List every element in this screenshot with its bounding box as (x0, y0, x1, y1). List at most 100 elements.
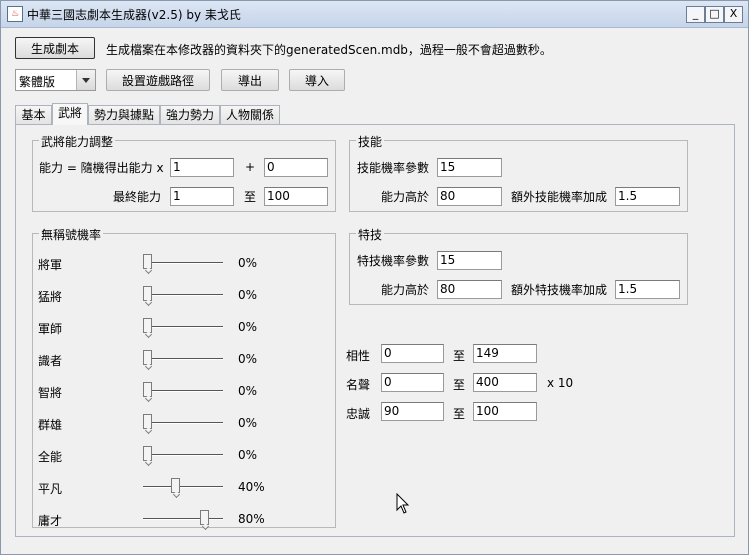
special-skill-group: 特技 特技機率參數 15 能力高於 80 額外特技機率加成 1.5 (349, 226, 688, 305)
rank-row-label: 軍師 (38, 322, 63, 336)
fame-min-input[interactable]: 0 (381, 373, 444, 392)
rank-row-label: 平凡 (38, 482, 63, 496)
app-icon: ♨ (7, 6, 23, 22)
main-body: 生成劇本 生成檔案在本修改器的資料夾下的generatedScen.mdb，過程… (1, 28, 748, 554)
rank-row-label: 智將 (38, 386, 63, 400)
skill-param-label: 技能機率參數 (357, 161, 430, 175)
tab-forces-and-bases[interactable]: 勢力與據點 (88, 105, 160, 124)
ability-offset-input[interactable]: 0 (264, 158, 328, 177)
affinity-max-input[interactable]: 149 (473, 344, 537, 363)
rank-row-value: 0% (238, 320, 258, 334)
slider-thumb[interactable] (143, 382, 152, 397)
tab-strong-forces[interactable]: 強力勢力 (160, 105, 220, 124)
loyalty-max-input[interactable]: 100 (473, 402, 537, 421)
rank-row-value: 0% (238, 448, 258, 462)
maximize-button[interactable]: □ (705, 6, 724, 23)
rank-row-slider[interactable] (143, 509, 223, 529)
slider-track[interactable] (143, 454, 223, 456)
special-param-input[interactable]: 15 (437, 251, 502, 270)
language-select-value: 繁體版 (19, 75, 56, 89)
slider-track[interactable] (143, 422, 223, 424)
rank-row-slider[interactable] (143, 349, 223, 369)
rank-row-label: 識者 (38, 354, 63, 368)
rank-row-slider[interactable] (143, 381, 223, 401)
skill-param-input[interactable]: 15 (437, 158, 502, 177)
slider-track[interactable] (143, 294, 223, 296)
fame-to-label: 至 (453, 378, 466, 392)
rank-row-value: 0% (238, 288, 258, 302)
special-param-label: 特技機率參數 (357, 254, 430, 268)
skill-group-title: 技能 (356, 133, 385, 150)
no-title-chance-group: 無稱號機率 將軍 0% 猛將 0% 軍師 0% 識者 0% 智將 0% 群雄 0% 全能 0% 平凡 40% 庸… (32, 226, 336, 529)
ability-plus-label: + (245, 160, 256, 174)
loyalty-min-input[interactable]: 90 (381, 402, 444, 421)
title-bar[interactable]: ♨ 中華三國志劇本生成器(v2.5) by 耒戈氏 _ □ X (1, 1, 748, 28)
slider-track[interactable] (143, 390, 223, 392)
slider-track[interactable] (143, 358, 223, 360)
app-window: ♨ 中華三國志劇本生成器(v2.5) by 耒戈氏 _ □ X 生成劇本 生成檔… (0, 0, 749, 555)
ability-multiplier-input[interactable]: 1 (170, 158, 234, 177)
tab-generals[interactable]: 武將 (52, 103, 88, 125)
slider-thumb[interactable] (143, 446, 152, 461)
ability-group: 武將能力調整 能力 = 隨機得出能力 x 1 + 0 最終能力 1 至 100 (32, 133, 336, 212)
skill-above-label: 能力高於 (381, 190, 430, 204)
skill-group: 技能 技能機率參數 15 能力高於 80 額外技能機率加成 1.5 (349, 133, 688, 212)
special-extra-input[interactable]: 1.5 (615, 280, 680, 299)
rank-row-slider[interactable] (143, 317, 223, 337)
rank-row-label: 猛將 (38, 290, 63, 304)
ability-group-title: 武將能力調整 (39, 133, 116, 150)
special-above-label: 能力高於 (381, 283, 430, 297)
rank-row-value: 0% (238, 352, 258, 366)
window-title: 中華三國志劇本生成器(v2.5) by 耒戈氏 (27, 8, 241, 22)
rank-row-slider[interactable] (143, 253, 223, 273)
loyalty-to-label: 至 (453, 407, 466, 421)
special-above-input[interactable]: 80 (437, 280, 502, 299)
slider-track[interactable] (143, 518, 223, 520)
ability-formula-label: 能力 = 隨機得出能力 x (39, 161, 164, 175)
slider-track[interactable] (143, 262, 223, 264)
rank-row-slider[interactable] (143, 413, 223, 433)
skill-extra-input[interactable]: 1.5 (615, 187, 680, 206)
tab-basic[interactable]: 基本 (15, 105, 52, 124)
slider-thumb[interactable] (200, 510, 209, 525)
fame-unit-label: x 10 (547, 376, 574, 390)
minimize-button[interactable]: _ (686, 6, 705, 23)
skill-extra-label: 額外技能機率加成 (511, 190, 608, 204)
slider-thumb[interactable] (143, 350, 152, 365)
slider-track[interactable] (143, 486, 223, 488)
no-title-chance-group-title: 無稱號機率 (39, 226, 104, 243)
slider-thumb[interactable] (143, 254, 152, 269)
affinity-to-label: 至 (453, 349, 466, 363)
slider-track[interactable] (143, 326, 223, 328)
rank-row-value: 0% (238, 256, 258, 270)
rank-row-slider[interactable] (143, 477, 223, 497)
slider-thumb[interactable] (171, 478, 180, 493)
loyalty-label: 忠誠 (346, 407, 371, 421)
special-skill-group-title: 特技 (356, 226, 385, 243)
rank-row-label: 群雄 (38, 418, 63, 432)
final-ability-min-input[interactable]: 1 (170, 187, 234, 206)
chevron-down-icon[interactable] (76, 70, 95, 90)
final-ability-to-label: 至 (244, 190, 257, 204)
rank-row-value: 80% (238, 512, 265, 526)
rank-row-value: 0% (238, 384, 258, 398)
generate-hint: 生成檔案在本修改器的資料夾下的generatedScen.mdb，過程一般不會超… (106, 43, 552, 57)
skill-above-input[interactable]: 80 (437, 187, 502, 206)
rank-row-slider[interactable] (143, 445, 223, 465)
slider-thumb[interactable] (143, 286, 152, 301)
final-ability-max-input[interactable]: 100 (264, 187, 328, 206)
set-game-path-button[interactable]: 設置遊戲路徑 (106, 69, 210, 91)
export-button[interactable]: 導出 (221, 69, 279, 91)
fame-max-input[interactable]: 400 (473, 373, 537, 392)
generate-button[interactable]: 生成劇本 (15, 37, 95, 59)
language-select[interactable]: 繁體版 (15, 69, 96, 91)
special-extra-label: 額外特技機率加成 (511, 283, 608, 297)
slider-thumb[interactable] (143, 414, 152, 429)
import-button[interactable]: 導入 (289, 69, 345, 91)
rank-row-label: 全能 (38, 450, 63, 464)
affinity-min-input[interactable]: 0 (381, 344, 444, 363)
slider-thumb[interactable] (143, 318, 152, 333)
tab-relationships[interactable]: 人物關係 (220, 105, 280, 124)
rank-row-slider[interactable] (143, 285, 223, 305)
close-button[interactable]: X (724, 6, 743, 23)
